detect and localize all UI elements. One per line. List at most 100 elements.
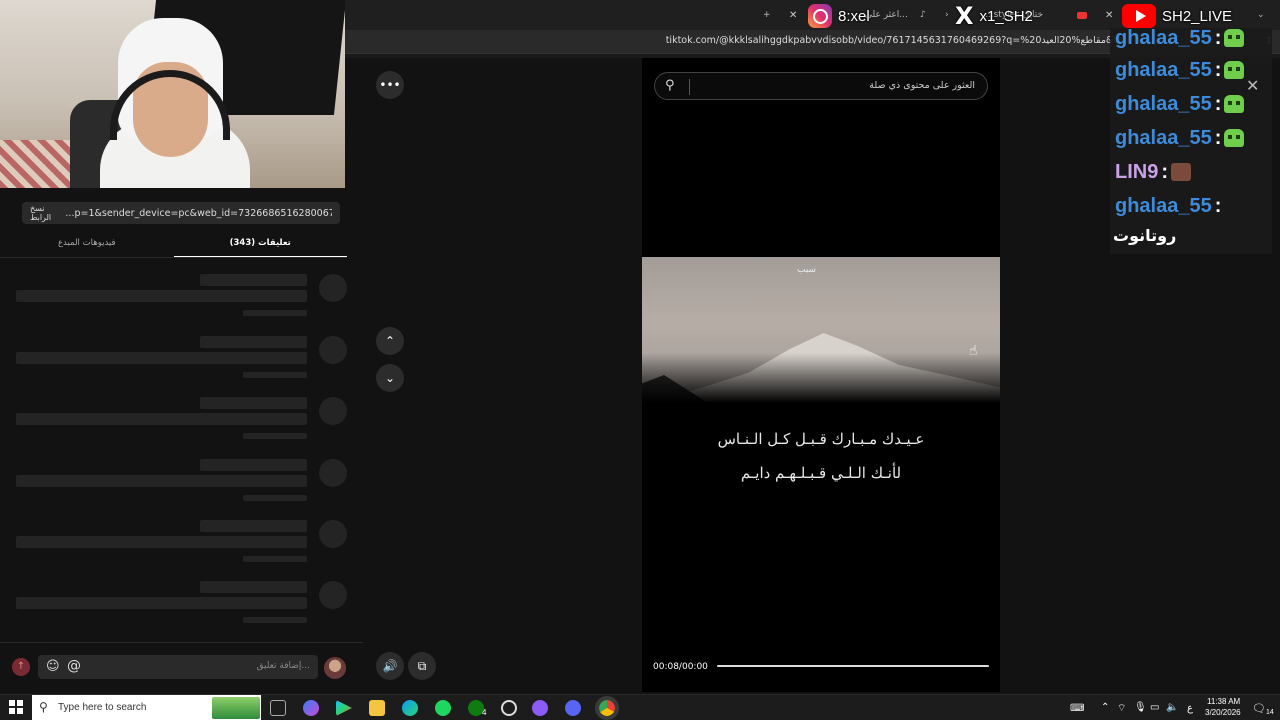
webcam-pillow [0, 140, 80, 188]
youtube-handle-text: SH2_LIVE [1162, 7, 1233, 25]
screen: + ✕ اعثر على... ♪ › ...styles ختايل ✕ ⌄ … [0, 0, 1280, 720]
chat-message: ghalaa_55 : [1115, 90, 1245, 118]
tab-creator-videos[interactable]: فيديوهات المبدع [0, 232, 174, 258]
chat-message: ghalaa_55 : [1115, 56, 1245, 84]
comment-skeleton [0, 459, 363, 511]
share-link-row: نسخ الرابط ...p=1&sender_device=pc&web_i… [22, 202, 340, 224]
instagram-handle-text: 8:xel [838, 7, 870, 25]
chat-message: ghalaa_55 : [1115, 24, 1245, 52]
play-store-icon[interactable] [336, 700, 352, 716]
chat-username: ghalaa_55 [1115, 126, 1212, 149]
tab-close-button-2[interactable]: ✕ [1105, 6, 1113, 24]
related-search-box[interactable]: ⚲ العثور على محتوى ذي صلة [654, 72, 988, 100]
spotify-icon[interactable] [435, 700, 451, 716]
tray-wifi-icon[interactable]: ⌔ [1117, 702, 1126, 715]
instagram-handle: 8:xel [808, 2, 870, 30]
video-caption-line-2: لأنـك الـلـي قـبـلـهـم دايـم [740, 464, 902, 482]
tab-chevron-icon: › [945, 10, 949, 20]
chat-message-text: روتانوت [1113, 226, 1177, 245]
tab-list-chevron-icon[interactable]: ⌄ [1257, 6, 1265, 24]
comment-placeholder: إضافة تعليق... [256, 661, 310, 671]
bot-emote-icon [1224, 129, 1245, 147]
share-url: ...p=1&sender_device=pc&web_id=732668651… [65, 207, 332, 219]
progress-bar[interactable] [717, 665, 989, 667]
microphone-icon[interactable]: 🎙 [1134, 702, 1147, 713]
chat-colon: : [1214, 126, 1222, 149]
edge-icon[interactable] [402, 700, 418, 716]
xbox-badge: 4 [482, 708, 487, 717]
next-video-button[interactable]: ⌄ [376, 364, 404, 392]
task-view-icon[interactable] [270, 700, 286, 716]
volume-icon[interactable]: 🔈 [1166, 702, 1178, 713]
chevron-down-icon: ⌄ [384, 371, 396, 385]
chat-colon: : [1214, 26, 1222, 49]
language-indicator[interactable]: ع [1187, 703, 1193, 714]
speaker-icon: 🔊 [382, 659, 398, 673]
network-icon[interactable]: ▭ [1150, 702, 1159, 713]
windows-taskbar: ⚲ Type here to search 4 ⌨ ⌃ ⌔ 🎙 ▭ 🔈 ع 11… [0, 694, 1280, 720]
clock-time[interactable]: 11:38 AM [1207, 697, 1240, 706]
copy-link-button[interactable]: نسخ الرابط [30, 204, 65, 222]
emoji-icon[interactable]: ☺ [46, 659, 60, 674]
volume-button[interactable]: 🔊 [376, 652, 404, 680]
obs-icon[interactable] [501, 700, 517, 716]
bot-emote-icon [1224, 95, 1245, 113]
webcam-feed [0, 0, 345, 188]
search-input[interactable]: العثور على محتوى ذي صلة [869, 80, 975, 91]
previous-video-button[interactable]: ⌃ [376, 327, 404, 355]
chat-colon: : [1214, 194, 1222, 217]
x-logo-icon: X [955, 2, 974, 30]
playback-time: 00:08/00:00 [653, 662, 708, 672]
discord-icon[interactable] [565, 700, 581, 716]
tab-tiktok-search[interactable]: اعثر على... [865, 6, 915, 24]
chat-colon: : [1161, 160, 1169, 183]
floating-player-button[interactable]: ⧉ [408, 652, 436, 680]
tiktok-icon: ♪ [920, 10, 926, 20]
chat-colon: : [1214, 58, 1222, 81]
streaming-app-icon[interactable] [532, 700, 548, 716]
tab-close-button[interactable]: ✕ [789, 6, 797, 24]
tab-comments[interactable]: تعليقات (343) [173, 232, 347, 258]
mention-icon[interactable]: @ [67, 658, 81, 674]
comments-panel: نسخ الرابط ...p=1&sender_device=pc&web_i… [0, 188, 363, 694]
new-tab-button[interactable]: + [763, 6, 771, 24]
chat-username: ghalaa_55 [1115, 194, 1212, 217]
post-comment-button[interactable]: ↑ [12, 658, 30, 676]
chat-username: LIN9 [1115, 160, 1159, 183]
keyboard-icon[interactable]: ⌨ [1070, 703, 1084, 714]
close-icon[interactable]: ✕ [1246, 76, 1259, 95]
clock-date[interactable]: 3/20/2026 [1205, 708, 1241, 717]
bot-emote-icon [1224, 61, 1245, 79]
taskbar-search[interactable]: ⚲ Type here to search [32, 695, 261, 720]
search-separator [689, 79, 690, 95]
copilot-icon[interactable] [303, 700, 319, 716]
live-chat-overlay: ghalaa_55 : ghalaa_55 : ghalaa_55 : ghal… [1110, 27, 1272, 254]
comment-composer: ↑ ☺ @ إضافة تعليق... [0, 642, 363, 694]
chat-username: ghalaa_55 [1115, 92, 1212, 115]
comment-skeleton [0, 274, 363, 326]
tray-chevron-up-icon[interactable]: ⌃ [1101, 702, 1109, 713]
search-icon[interactable]: ⚲ [665, 78, 675, 93]
chat-colon: : [1214, 92, 1222, 115]
taskbar-search-input[interactable]: Type here to search [58, 702, 146, 713]
panel-tabs: فيديوهات المبدع تعليقات (343) [0, 232, 347, 258]
instagram-icon [808, 4, 832, 28]
search-highlight-image [212, 697, 260, 719]
face-emote-icon [1171, 163, 1192, 181]
comment-skeleton [0, 336, 363, 388]
video-player[interactable]: ⚲ العثور على محتوى ذي صلة سبب عـيـدك مـب… [642, 58, 1000, 692]
notification-icon[interactable]: 🗨 [1252, 702, 1266, 715]
url-text[interactable]: tiktok.com/@kkklsalihggdkpabvvdisobb/vid… [666, 35, 1125, 46]
picture-in-picture-icon: ⧉ [417, 658, 427, 673]
video-watermark: سبب [797, 265, 817, 275]
chrome-icon[interactable] [595, 696, 619, 720]
comment-input[interactable]: ☺ @ إضافة تعليق... [38, 655, 318, 679]
avatar[interactable] [324, 657, 346, 679]
chat-message: ghalaa_55 : [1115, 124, 1245, 152]
comment-skeleton [0, 397, 363, 449]
file-explorer-icon[interactable] [369, 700, 385, 716]
windows-start-icon[interactable] [9, 700, 23, 714]
tabs-divider [0, 257, 347, 258]
video-frame-mountains: سبب [642, 257, 1000, 403]
more-options-button[interactable]: ••• [376, 71, 404, 99]
